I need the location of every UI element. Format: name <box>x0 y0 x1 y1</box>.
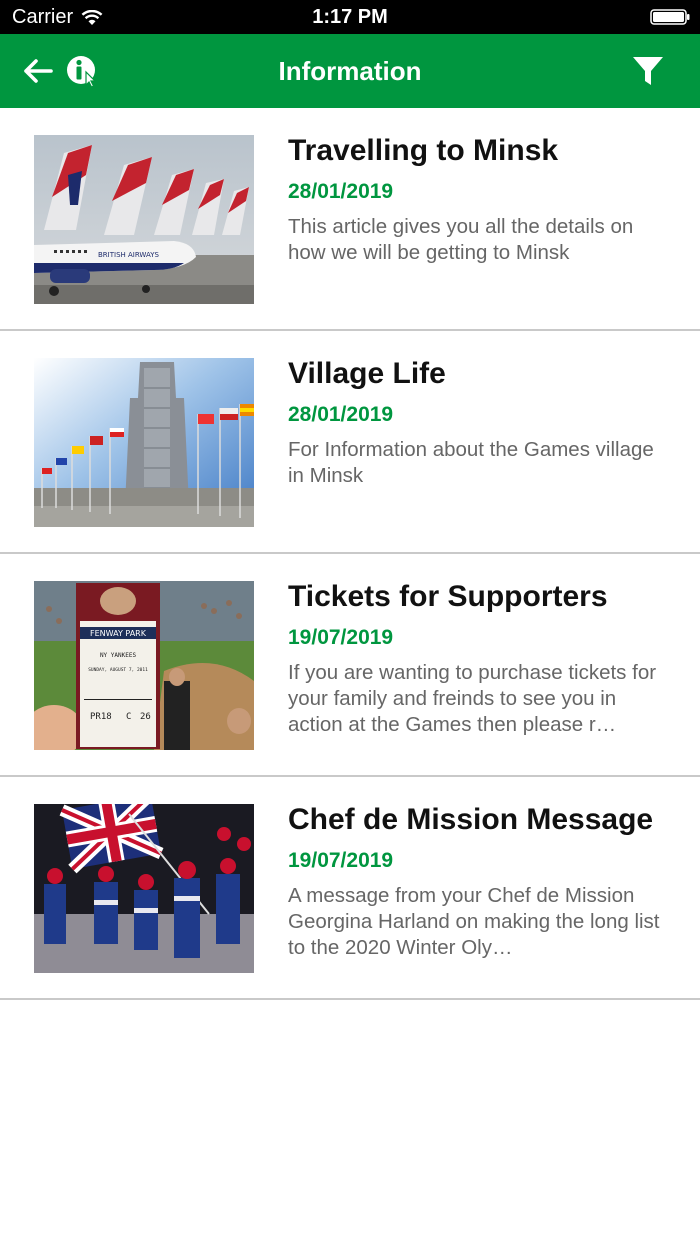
svg-text:BRITISH AIRWAYS: BRITISH AIRWAYS <box>98 251 159 259</box>
article-description: This article gives you all the details o… <box>288 215 634 264</box>
article-thumbnail-planes: BRITISH AIRWAYS <box>34 135 254 304</box>
article-thumbnail-team-flag <box>34 804 254 973</box>
article-date: 28/01/2019 <box>288 180 394 203</box>
status-bar: Carrier 1:17 PM <box>0 0 700 34</box>
article-description: For Information about the Games village … <box>288 438 654 487</box>
svg-text:NY YANKEES: NY YANKEES <box>100 652 137 659</box>
svg-text:FENWAY PARK: FENWAY PARK <box>90 629 147 638</box>
article-item[interactable]: FENWAY PARK NY YANKEES SUNDAY, AUGUST 7,… <box>0 554 700 777</box>
svg-text:PR18: PR18 <box>90 712 112 722</box>
battery-icon <box>650 9 690 25</box>
article-date: 19/07/2019 <box>288 849 394 872</box>
article-date: 19/07/2019 <box>288 626 394 649</box>
svg-text:SUNDAY, AUGUST 7, 2011: SUNDAY, AUGUST 7, 2011 <box>88 667 148 673</box>
status-time: 1:17 PM <box>312 6 388 28</box>
navigation-bar: Information <box>0 34 700 108</box>
article-description: If you are wanting to purchase tickets f… <box>288 661 657 736</box>
article-title: Travelling to Minsk <box>288 134 559 167</box>
article-description: A message from your Chef de Mission Geor… <box>288 884 660 959</box>
filter-icon <box>633 57 663 85</box>
filter-button[interactable] <box>630 34 666 108</box>
article-item[interactable]: Village Life 28/01/2019 For Information … <box>0 331 700 554</box>
article-title: Tickets for Supporters <box>288 580 608 613</box>
article-list: BRITISH AIRWAYS Travelling to Minsk 28/0… <box>0 108 700 1000</box>
article-thumbnail-ticket: FENWAY PARK NY YANKEES SUNDAY, AUGUST 7,… <box>34 581 254 750</box>
article-title: Village Life <box>288 357 446 390</box>
article-thumbnail-building <box>34 358 254 527</box>
page-title: Information <box>278 56 422 86</box>
svg-text:26: 26 <box>140 712 151 722</box>
svg-text:C: C <box>126 712 131 722</box>
article-title: Chef de Mission Message <box>288 803 654 836</box>
article-date: 28/01/2019 <box>288 403 394 426</box>
article-item[interactable]: Chef de Mission Message 19/07/2019 A mes… <box>0 777 700 1000</box>
article-item[interactable]: BRITISH AIRWAYS Travelling to Minsk 28/0… <box>0 108 700 331</box>
